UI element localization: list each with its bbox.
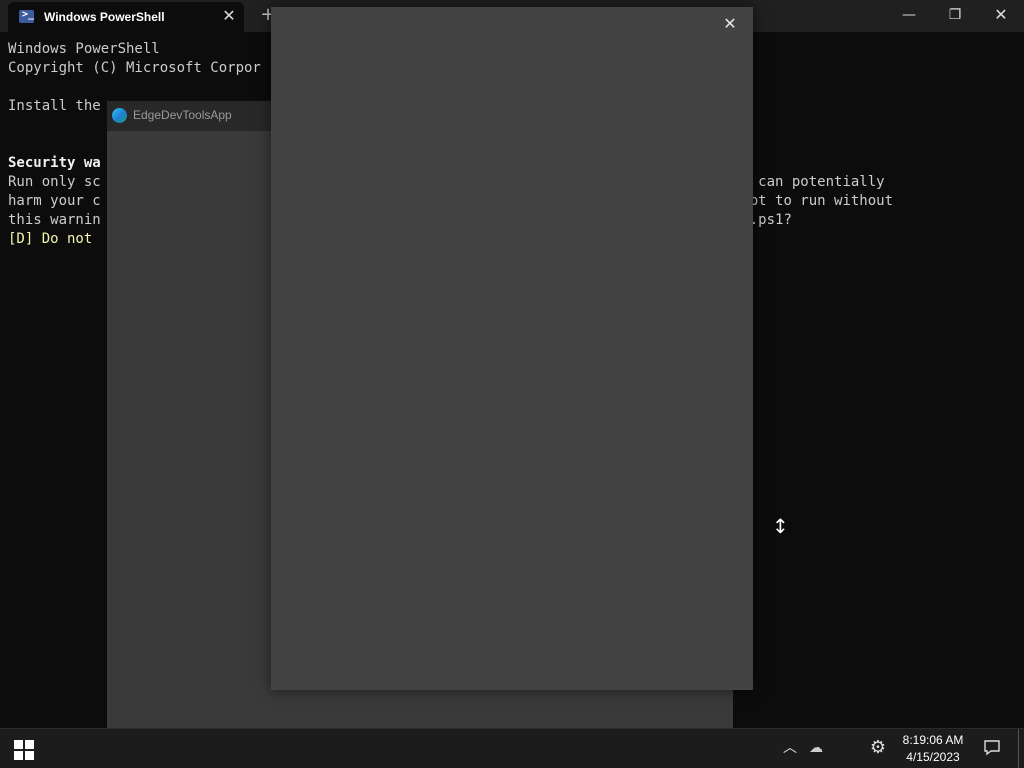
edge-icon — [112, 108, 127, 123]
resize-cursor-icon: ↕ — [772, 514, 789, 538]
settings-gear-icon[interactable]: ⚙ — [867, 737, 889, 759]
dialog-close-icon[interactable]: ✕ — [719, 13, 741, 35]
tab-windows-powershell[interactable]: >_ Windows PowerShell ✕ — [8, 2, 244, 32]
terminal-line: [D] Do not — [8, 231, 93, 247]
windows-start-icon[interactable] — [14, 740, 34, 760]
close-window-button[interactable]: ✕ — [978, 0, 1024, 32]
taskbar-clock[interactable]: 8:19:06 AM 4/15/2023 — [896, 732, 970, 766]
notification-icon[interactable] — [981, 738, 1003, 758]
tab-title: Windows PowerShell — [44, 10, 165, 24]
restore-button[interactable]: ❐ — [932, 0, 978, 32]
taskbar: ︿ ☁ ⚙ 8:19:06 AM 4/15/2023 — [0, 728, 1024, 768]
terminal-line: Copyright (C) Microsoft Corpor — [8, 60, 261, 76]
devtools-title: EdgeDevToolsApp — [133, 108, 232, 122]
tab-close-icon[interactable]: ✕ — [219, 5, 239, 27]
network-icon[interactable]: ☁ — [805, 738, 827, 758]
minimize-button[interactable]: — — [886, 0, 932, 32]
show-hidden-icons-chevron-icon[interactable]: ︿ — [780, 738, 800, 758]
terminal-line: Security wa — [8, 155, 101, 171]
clock-time: 8:19:06 AM — [902, 733, 964, 747]
terminal-line: Windows PowerShell — [8, 41, 160, 57]
powershell-icon: >_ — [19, 9, 34, 23]
blank-dialog: ✕ — [271, 7, 753, 690]
show-desktop-button[interactable] — [1018, 729, 1024, 768]
clock-date: 4/15/2023 — [906, 750, 960, 764]
